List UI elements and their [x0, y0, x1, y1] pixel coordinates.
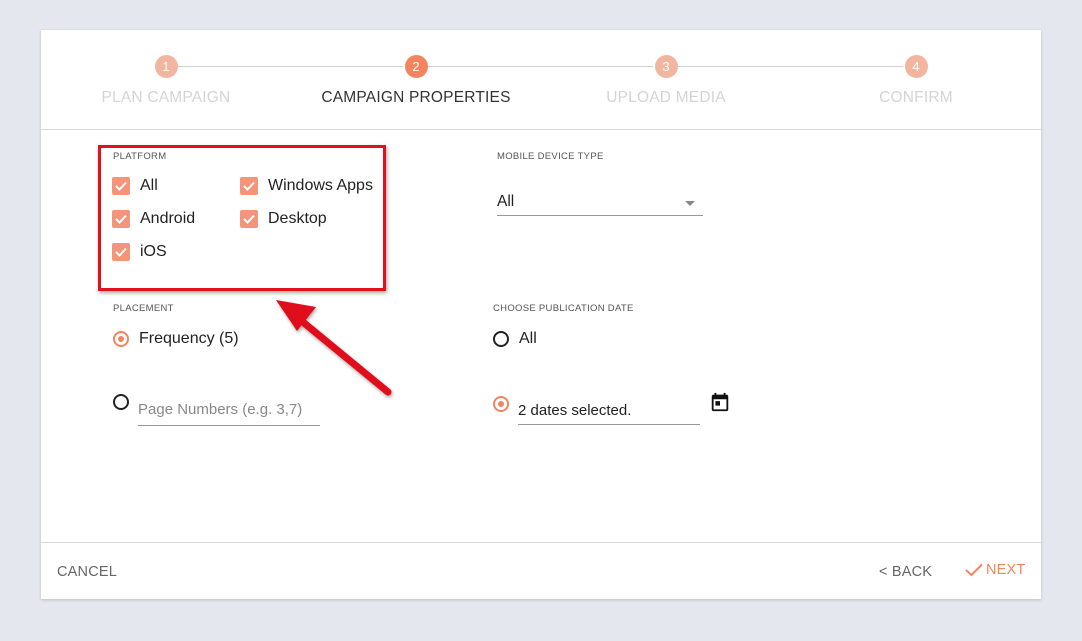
annotation-arrow-icon	[276, 300, 392, 396]
